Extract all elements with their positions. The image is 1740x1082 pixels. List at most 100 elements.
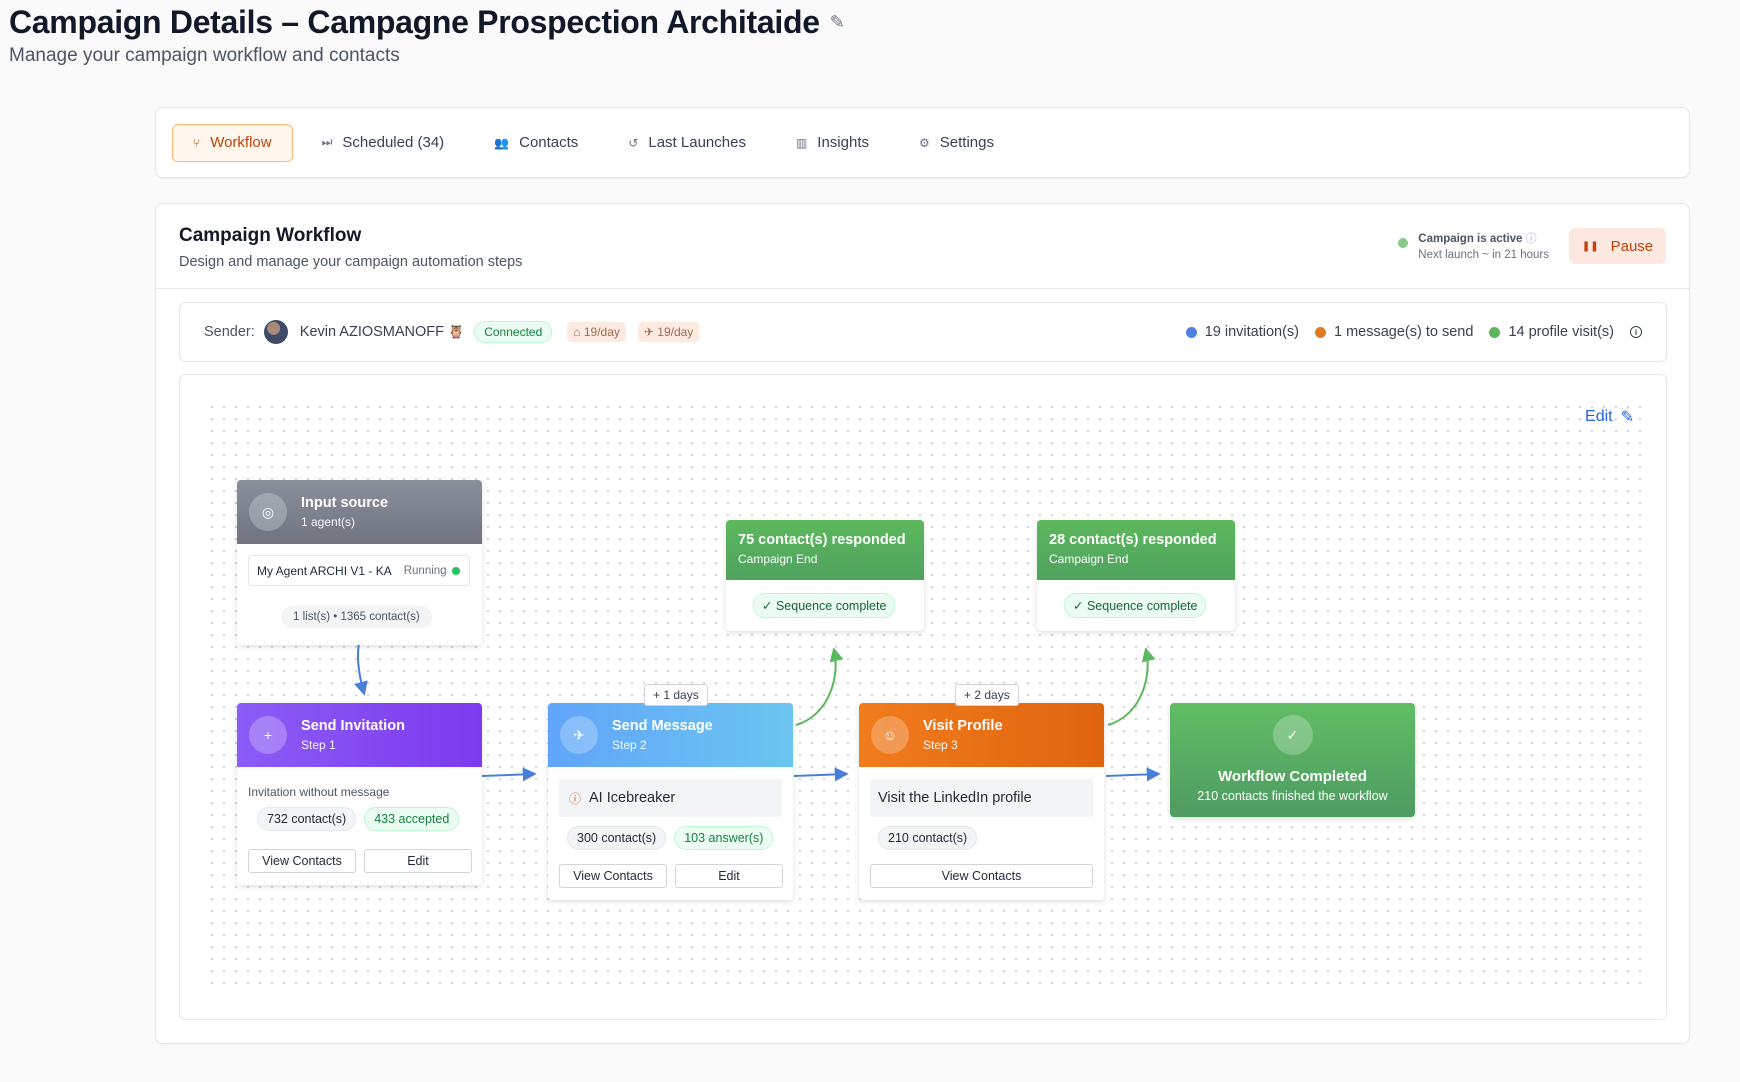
node-subtitle: Campaign End <box>738 552 818 566</box>
next-launch: Next launch ~ in 21 hours <box>1418 249 1549 261</box>
visit-profile-node[interactable]: ☺ Visit Profile Step 3 Visit the LinkedI… <box>859 703 1104 900</box>
info-icon[interactable]: ⓘ <box>1526 233 1537 245</box>
owl-icon: 🦉 <box>448 324 465 339</box>
tab-last-launches[interactable]: ↺ Last Launches <box>607 124 767 162</box>
responded-node[interactable]: 28 contact(s) responded Campaign End ✓ S… <box>1037 520 1235 631</box>
tab-label: Scheduled (34) <box>342 134 445 151</box>
node-header: ☺ Visit Profile Step 3 <box>859 703 1104 767</box>
page-header: Campaign Details – Campagne Prospection … <box>9 4 845 67</box>
node-title: Input source <box>301 495 389 511</box>
tab-workflow[interactable]: ⑂ Workflow <box>172 123 293 162</box>
tab-label: Last Launches <box>648 134 746 151</box>
edit-workflow-link[interactable]: Edit ✎ <box>1585 407 1634 427</box>
campaign-status: Campaign is active ⓘ Next launch ~ in 21… <box>1398 230 1549 261</box>
running-dot <box>451 566 460 575</box>
sender-name: Kevin AZIOSMANOFF <box>299 324 445 340</box>
agent-row[interactable]: My Agent ARCHI V1 - KA Running <box>248 555 470 586</box>
node-header: ✈ Send Message Step 2 <box>548 703 793 767</box>
node-header: 75 contact(s) responded Campaign End <box>726 520 924 580</box>
tab-label: Workflow <box>210 134 272 151</box>
workflow-completed-node[interactable]: ✓ Workflow Completed 210 contacts finish… <box>1170 703 1415 817</box>
page-title-text: Campaign Details – Campagne Prospection … <box>9 4 820 40</box>
avatar <box>263 320 288 344</box>
user-circle-icon: ☺ <box>871 716 909 754</box>
page-title: Campaign Details – Campagne Prospection … <box>9 4 845 41</box>
node-subtitle: Step 3 <box>923 738 958 752</box>
branch-icon: ⑂ <box>193 135 201 150</box>
node-title: 28 contact(s) responded <box>1049 532 1217 548</box>
agent-name: My Agent ARCHI V1 - KA <box>257 563 392 578</box>
pause-button[interactable]: ❚❚ Pause <box>1569 228 1666 264</box>
visit-desc: Visit the LinkedIn profile <box>870 779 1093 817</box>
agent-status: Running <box>403 564 447 577</box>
gear-icon: ⚙ <box>919 135 930 150</box>
sender-bar: Sender: Kevin AZIOSMANOFF 🦉 Connected ⌂ … <box>179 302 1667 362</box>
contacts-count-pill: 210 contact(s) <box>878 826 978 850</box>
divider <box>156 288 1689 289</box>
node-title: Send Message <box>612 718 713 734</box>
invitation-limit-badge: ⌂ 19/day <box>567 322 626 342</box>
pencil-icon[interactable]: ✎ <box>830 12 845 33</box>
edit-button[interactable]: Edit <box>364 849 472 873</box>
node-subtitle: Step 2 <box>612 738 647 752</box>
tab-scheduled[interactable]: ⏭ Scheduled (34) <box>301 124 466 162</box>
green-dot <box>1489 326 1501 338</box>
status-title: Campaign is active <box>1418 233 1523 245</box>
node-subtitle: 210 contacts finished the workflow <box>1197 789 1388 803</box>
message-limit-badge: ✈ 19/day <box>637 322 700 342</box>
accepted-pill: 433 accepted <box>364 807 460 831</box>
tab-label: Settings <box>939 134 994 151</box>
edit-label: Edit <box>1585 408 1613 425</box>
stat-invitations: 19 invitation(s) <box>1185 324 1299 340</box>
tab-contacts[interactable]: 👥 Contacts <box>473 124 599 162</box>
delay-badge: + 1 days <box>644 684 708 706</box>
node-subtitle: Campaign End <box>1049 552 1129 566</box>
page-subtitle: Manage your campaign workflow and contac… <box>9 45 400 66</box>
node-title: Workflow Completed <box>1218 768 1367 785</box>
stat-messages: 1 message(s) to send <box>1315 324 1473 340</box>
node-subtitle: Step 1 <box>301 738 336 752</box>
feature-label: AI Icebreaker <box>589 790 676 806</box>
sequence-complete-badge: ✓ Sequence complete <box>753 593 896 618</box>
ai-icebreaker-row: ⓘ AI Icebreaker <box>559 779 782 817</box>
tab-bar: ⑂ Workflow ⏭ Scheduled (34) 👥 Contacts ↺… <box>155 107 1690 178</box>
send-invitation-node[interactable]: + Send Invitation Step 1 Invitation with… <box>237 703 482 885</box>
node-subtitle: 1 agent(s) <box>301 515 356 529</box>
workflow-card: Campaign Workflow Design and manage your… <box>155 203 1690 1044</box>
list-count-pill: 1 list(s) • 1365 contact(s) <box>281 606 432 628</box>
orange-dot <box>1315 326 1326 338</box>
responded-node[interactable]: 75 contact(s) responded Campaign End ✓ S… <box>726 520 924 631</box>
edit-button[interactable]: Edit <box>675 864 783 888</box>
node-header: + Send Invitation Step 1 <box>237 703 482 767</box>
tab-insights[interactable]: ▥ Insights <box>775 124 890 162</box>
workflow-canvas[interactable]: Edit ✎ ◎ Input source 1 agent(s) My Agen… <box>179 374 1667 1020</box>
check-circle-icon: ✓ <box>1272 715 1313 755</box>
answers-pill: 103 answer(s) <box>674 826 774 850</box>
send-icon: ✈ <box>560 716 598 754</box>
skip-forward-icon: ⏭ <box>321 135 333 149</box>
view-contacts-button[interactable]: View Contacts <box>248 849 356 873</box>
node-title: 75 contact(s) responded <box>738 532 906 548</box>
pause-label: Pause <box>1610 237 1654 255</box>
connected-badge: Connected <box>474 321 553 343</box>
view-contacts-button[interactable]: View Contacts <box>559 864 667 888</box>
status-dot <box>1398 238 1409 248</box>
workflow-title: Campaign Workflow <box>179 225 362 246</box>
input-source-node[interactable]: ◎ Input source 1 agent(s) My Agent ARCHI… <box>237 480 482 645</box>
invitation-desc: Invitation without message <box>248 785 390 799</box>
tab-settings[interactable]: ⚙ Settings <box>898 124 1015 162</box>
info-icon: ⓘ <box>569 791 582 806</box>
stat-visits: 14 profile visit(s) <box>1489 324 1614 340</box>
contacts-count-pill: 732 contact(s) <box>257 807 357 831</box>
node-header: ◎ Input source 1 agent(s) <box>237 480 482 544</box>
users-icon: 👥 <box>494 135 510 150</box>
workflow-subtitle: Design and manage your campaign automati… <box>179 254 523 270</box>
pause-icon: ❚❚ <box>1581 240 1599 252</box>
edit-icon: ✎ <box>1620 409 1634 426</box>
chart-icon: ▥ <box>795 135 808 150</box>
tab-label: Insights <box>817 134 869 151</box>
node-title: Visit Profile <box>923 718 1003 734</box>
view-contacts-button[interactable]: View Contacts <box>870 864 1093 888</box>
info-icon[interactable]: i <box>1630 326 1642 338</box>
send-message-node[interactable]: ✈ Send Message Step 2 ⓘ AI Icebreaker 30… <box>548 703 793 900</box>
